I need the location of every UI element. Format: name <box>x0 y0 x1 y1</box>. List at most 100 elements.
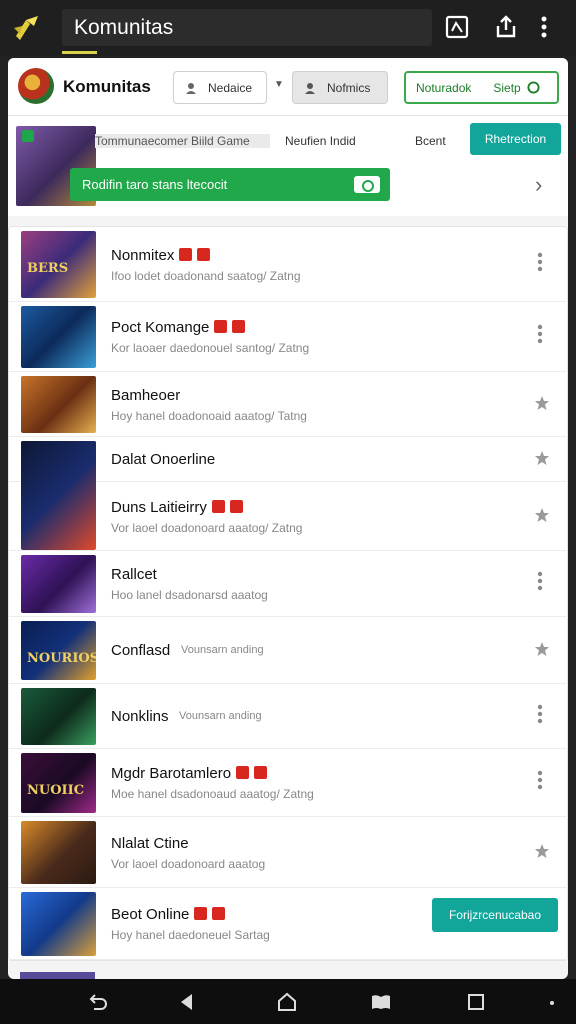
join-button[interactable]: Forijzrcenucabao <box>432 898 558 932</box>
badge-icon <box>236 766 250 779</box>
more-vert-icon[interactable] <box>537 251 543 276</box>
game-thumbnail[interactable] <box>21 376 96 433</box>
game-row[interactable]: Nonklins Vounsarn anding <box>9 684 568 749</box>
badge-icon <box>254 766 268 779</box>
game-row[interactable]: NUOIIC Mgdr Barotamlero Moe hanel dsadonoa… <box>9 749 568 817</box>
game-subtitle: Kor laoaer daedonouel santog/ Zatng <box>111 341 310 355</box>
game-title: Nlalat Ctine <box>111 835 189 852</box>
game-title: Nonmitex <box>111 246 211 264</box>
home-icon[interactable] <box>276 991 298 1013</box>
game-title: Bamheoer <box>111 387 180 404</box>
game-row[interactable]: Nlalat Ctine Vor laoel doadonoard aaatog <box>9 817 568 888</box>
badge-icon <box>232 320 246 333</box>
star-icon[interactable] <box>534 641 550 661</box>
more-vert-icon[interactable] <box>537 323 543 348</box>
share-icon[interactable] <box>493 14 519 40</box>
filter-chip-2[interactable]: Nofmics <box>292 71 388 104</box>
star-icon[interactable] <box>534 843 550 863</box>
badge-icon <box>212 907 226 920</box>
game-thumbnail[interactable] <box>21 555 96 613</box>
featured-title: Tommunaecomer Biild Game <box>95 134 270 148</box>
game-subtitle: Vor laoel doadonoard aaatog <box>111 856 266 871</box>
game-row[interactable]: NOURIOS Conflasd Vounsarn anding <box>9 617 568 684</box>
book-icon[interactable] <box>370 991 392 1013</box>
game-thumbnail[interactable] <box>21 821 96 884</box>
game-subtitle: Moe hanel dsadonoaud aaatog/ Zatng <box>111 787 314 801</box>
game-subtitle: Hoy hanel daedoneuel Sartag <box>111 928 270 942</box>
game-title: Nonklins <box>111 708 169 725</box>
game-row[interactable]: Poct Komange Kor laoaer daedonouel santog… <box>9 302 568 372</box>
featured-banner-text: Rodifin taro stans ltecocit <box>82 177 228 192</box>
game-subtitle: Hoy hanel doadonoaid aaatog/ Tatng <box>111 408 307 423</box>
game-subtitle: Hoo lanel dsadonarsd aaatog <box>111 588 268 602</box>
game-row[interactable]: Beot Online Hoy hanel daedoneuel Sartag Fo… <box>9 888 568 960</box>
badge-icon <box>229 499 243 513</box>
community-logo <box>18 68 54 104</box>
image-icon[interactable] <box>444 14 470 40</box>
featured-banner[interactable]: Rodifin taro stans ltecocit <box>70 168 390 201</box>
game-thumbnail[interactable]: BERS <box>21 231 96 298</box>
badge-icon <box>197 247 211 261</box>
thumbnail-title: NUOIIC <box>27 783 85 798</box>
badge-icon <box>179 247 193 261</box>
brand-name: Komunitas <box>63 77 151 96</box>
community-header: Komunitas Nedaice ▼ Nofmics Noturadok Si… <box>8 58 568 116</box>
game-title: Dalat Onoerline <box>111 451 215 468</box>
back-arrow-icon[interactable] <box>86 991 108 1013</box>
dropdown-caret-icon[interactable]: ▼ <box>274 79 284 90</box>
featured-tab-2[interactable]: Bcent <box>415 134 446 148</box>
more-vert-icon[interactable] <box>539 14 549 40</box>
top-app-bar: Komunitas <box>0 0 576 56</box>
game-name: Rallcet <box>111 566 157 583</box>
app-icon[interactable] <box>12 14 42 42</box>
game-row[interactable]: Rallcet Hoo lanel dsadonarsd aaatog <box>9 551 568 617</box>
community-page: Komunitas Nedaice ▼ Nofmics Noturadok Si… <box>8 58 568 979</box>
star-icon[interactable] <box>534 395 550 415</box>
game-thumbnail[interactable] <box>21 441 96 550</box>
filter-chip-1[interactable]: Nedaice <box>173 71 267 104</box>
more-vert-icon[interactable] <box>537 570 543 595</box>
badge-icon <box>211 499 225 513</box>
chevron-right-icon[interactable]: › <box>535 172 542 198</box>
featured-action-button[interactable]: Rhetrection <box>470 123 561 155</box>
filter-chip-2-label: Nofmics <box>327 80 371 95</box>
user-icon <box>305 82 315 94</box>
more-vert-icon[interactable] <box>537 769 543 794</box>
game-row[interactable]: Duns Laitieirry Vor laoel doadonoard aaat… <box>9 441 568 551</box>
game-subtitle: Vounsarn anding <box>179 709 262 722</box>
game-name: Nonklins <box>111 707 169 725</box>
star-icon[interactable] <box>534 450 550 470</box>
status-dot-icon <box>550 1001 554 1005</box>
game-row[interactable]: BERS Nonmitex Ifoo lodet doadonand saatog/… <box>9 227 568 302</box>
thumbnail-title: NOURIOS <box>27 651 96 666</box>
game-row[interactable]: Bamheoer Hoy hanel doadonoaid aaatog/ Tat… <box>9 372 568 437</box>
game-title: Conflasd <box>111 642 170 659</box>
game-name: Nlalat Ctine <box>111 834 189 852</box>
game-name: Nonmitex <box>111 246 175 264</box>
notification-toggle-chip[interactable]: Noturadok Sietp <box>404 71 559 104</box>
game-title: Poct Komange <box>111 319 246 336</box>
game-thumbnail[interactable]: NOURIOS <box>21 621 96 680</box>
game-thumbnail[interactable] <box>21 306 96 368</box>
toggle-icon[interactable] <box>354 176 380 193</box>
game-subtitle: Ifoo lodet doadonand saatog/ Zatng <box>111 268 301 283</box>
game-thumbnail[interactable] <box>21 892 96 956</box>
check-circle-icon <box>527 81 540 94</box>
recents-icon[interactable] <box>465 991 487 1013</box>
back-triangle-icon[interactable] <box>176 991 198 1013</box>
more-vert-icon[interactable] <box>537 703 543 728</box>
game-name: Beot Online <box>111 906 190 923</box>
game-name: Poct Komange <box>111 319 210 336</box>
game-name: Duns Laitieirry <box>111 498 207 516</box>
game-name: Dalat Onoerline <box>111 450 216 468</box>
filter-chip-1-label: Nedaice <box>208 80 253 95</box>
game-name: Bamheoer <box>111 386 181 404</box>
game-thumbnail[interactable]: NUOIIC <box>21 753 96 813</box>
game-list: BERS Nonmitex Ifoo lodet doadonand saatog/… <box>8 226 568 961</box>
chip-left-label: Noturadok <box>416 80 472 95</box>
game-thumbnail[interactable] <box>21 688 96 745</box>
featured-tab-1[interactable]: Neufien Indid <box>285 134 356 148</box>
badge-icon <box>194 907 208 920</box>
thumbnail-title: BERS <box>27 261 69 276</box>
star-icon[interactable] <box>534 507 550 527</box>
